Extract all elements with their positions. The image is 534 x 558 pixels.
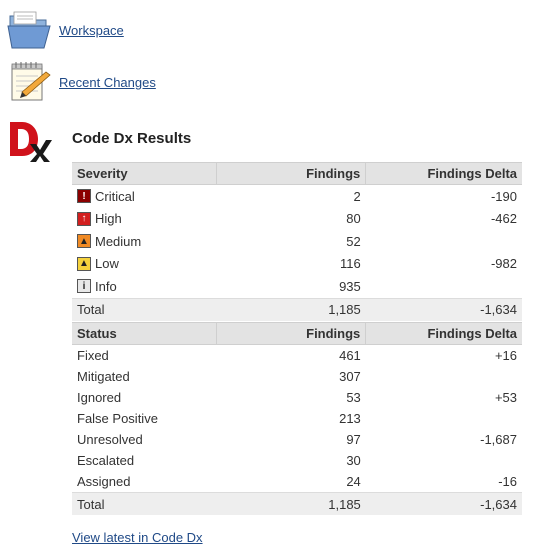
severity-header-row: Severity Findings Findings Delta (72, 162, 522, 185)
table-row: Ignored 53 +53 (72, 387, 522, 408)
table-row: Mitigated 307 (72, 366, 522, 387)
workspace-nav-item[interactable]: Workspace (6, 8, 124, 52)
table-row: False Positive 213 (72, 408, 522, 429)
table-row: Escalated 30 (72, 450, 522, 471)
status-label: Escalated (77, 453, 135, 468)
severity-label: Low (95, 256, 119, 272)
findings-cell: 213 (339, 411, 361, 426)
table-row: ↑ High 80 -462 (72, 208, 522, 231)
findings-delta-header: Findings Delta (365, 162, 522, 185)
total-label: Total (72, 492, 217, 515)
delta-cell: -982 (490, 256, 517, 272)
status-label: Ignored (77, 390, 122, 405)
findings-cell: 80 (346, 211, 361, 227)
severity-label: Info (95, 278, 117, 294)
delta-cell (366, 408, 522, 429)
severity-label: Critical (95, 188, 135, 204)
severity-table: Severity Findings Findings Delta ! Criti… (72, 162, 522, 321)
table-row: ! Critical 2 -190 (72, 185, 522, 208)
folder-icon (6, 8, 54, 52)
status-header: Status (72, 322, 217, 345)
findings-cell: 935 (339, 278, 361, 294)
findings-header: Findings (216, 322, 366, 345)
findings-cell: 307 (339, 369, 361, 384)
table-row: i Info 935 (72, 275, 522, 298)
delta-cell: +53 (494, 390, 517, 405)
total-delta: -1,634 (365, 297, 522, 321)
findings-cell: 2 (353, 188, 361, 204)
findings-cell: 30 (346, 453, 361, 468)
total-delta: -1,634 (365, 492, 522, 515)
findings-header: Findings (216, 162, 366, 185)
status-label: Mitigated (77, 369, 130, 384)
table-row: Unresolved 97 -1,687 (72, 429, 522, 450)
delta-cell (366, 230, 522, 253)
total-row: Total 1,185 -1,634 (72, 297, 522, 321)
findings-cell: 97 (346, 432, 361, 447)
delta-cell: -462 (490, 211, 517, 227)
delta-cell (366, 275, 522, 298)
findings-cell: 24 (346, 474, 361, 489)
delta-cell: -190 (490, 188, 517, 204)
status-header-row: Status Findings Findings Delta (72, 322, 522, 345)
status-label: Assigned (77, 474, 131, 489)
total-findings: 1,185 (216, 297, 366, 321)
codedx-results-title: Code Dx Results (72, 130, 192, 147)
severity-label: High (95, 211, 122, 227)
medium-icon: ▲ (77, 234, 91, 249)
table-row: Fixed 461 +16 (72, 345, 522, 367)
info-icon: i (77, 279, 91, 294)
total-row: Total 1,185 -1,634 (72, 492, 522, 515)
severity-header: Severity (72, 162, 217, 185)
delta-cell: -1,687 (480, 432, 517, 447)
delta-cell (366, 366, 522, 387)
findings-cell: 53 (346, 390, 361, 405)
total-label: Total (72, 297, 217, 321)
workspace-link[interactable]: Workspace (59, 23, 124, 38)
table-row: ▲ Low 116 -982 (72, 253, 522, 276)
delta-cell: +16 (494, 348, 517, 363)
high-icon: ↑ (77, 211, 91, 226)
findings-cell: 116 (340, 256, 361, 272)
severity-label: Medium (95, 233, 142, 249)
status-label: False Positive (77, 411, 158, 426)
low-icon: ▲ (77, 256, 91, 271)
findings-delta-header: Findings Delta (365, 322, 522, 345)
delta-cell (366, 450, 522, 471)
critical-icon: ! (77, 189, 91, 204)
view-latest-link[interactable]: View latest in Code Dx (72, 530, 203, 545)
recent-changes-link[interactable]: Recent Changes (59, 75, 156, 90)
table-row: Assigned 24 -16 (72, 471, 522, 493)
table-row: ▲ Medium 52 (72, 230, 522, 253)
status-label: Unresolved (77, 432, 143, 447)
status-table: Status Findings Findings Delta Fixed 461… (72, 322, 522, 515)
codedx-logo (8, 118, 52, 162)
status-label: Fixed (77, 348, 109, 363)
findings-cell: 461 (339, 348, 361, 363)
findings-cell: 52 (346, 233, 361, 249)
notepad-icon (6, 60, 54, 104)
delta-cell: -16 (498, 474, 517, 489)
recent-changes-nav-item[interactable]: Recent Changes (6, 60, 156, 104)
total-findings: 1,185 (216, 492, 366, 515)
